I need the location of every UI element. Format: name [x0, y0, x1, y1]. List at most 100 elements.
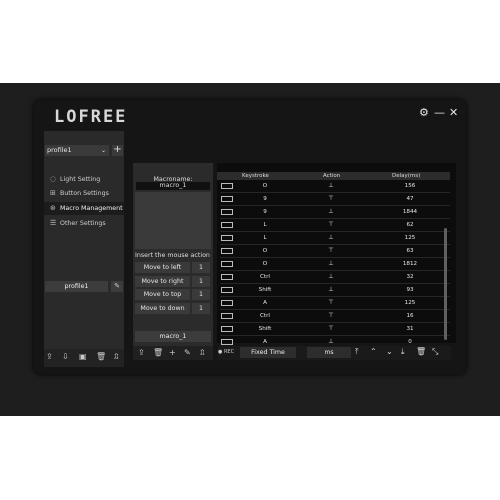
keystroke-cell: 9 [263, 209, 267, 215]
delay-cell[interactable]: 125 [370, 232, 450, 244]
edit-icon[interactable]: ✎ [184, 348, 191, 357]
header-action: Action [323, 173, 341, 179]
move-top-button[interactable]: Move to top [135, 289, 190, 300]
delay-cell[interactable]: 125 [370, 297, 450, 309]
edit-icon[interactable]: ✎ [111, 281, 123, 292]
sidebar-item-label: Button Settings [60, 190, 109, 197]
keyboard-icon [221, 287, 233, 293]
delay-cell[interactable]: 93 [370, 284, 450, 296]
keyboard-icon [221, 196, 233, 202]
delay-cell[interactable]: 16 [370, 310, 450, 322]
move-left-value[interactable]: 1 [192, 262, 210, 273]
table-scrollbar[interactable] [444, 228, 447, 340]
delay-cell[interactable]: 47 [370, 193, 450, 205]
table-row[interactable]: A ⊤ 125 [220, 297, 450, 310]
table-row[interactable]: Ctrl ⊤ 16 [220, 310, 450, 323]
key-down-icon: ⊥ [328, 273, 334, 280]
keyboard-icon [221, 222, 233, 228]
export-icon[interactable]: ⇫ [199, 348, 206, 357]
delay-cell[interactable]: 1844 [370, 206, 450, 218]
delay-cell[interactable]: 1812 [370, 258, 450, 270]
macro-list[interactable] [135, 192, 211, 249]
delete-icon[interactable]: 🗑 [416, 347, 426, 356]
move-left-button[interactable]: Move to left [135, 262, 190, 273]
keystroke-cell: O [262, 261, 268, 267]
delay-cell[interactable]: 62 [370, 219, 450, 231]
import-icon[interactable]: ⇪ [138, 348, 145, 357]
key-down-icon: ⊥ [328, 234, 334, 241]
insert-mouse-action-label: Insert the mouse action [135, 252, 210, 259]
keyboard-icon [221, 300, 233, 306]
sidebar-toolbar: ⇪ ⇩ ▣ 🗑 ⇫ [44, 349, 124, 367]
add-profile-button[interactable]: + [112, 145, 123, 156]
keyboard-icon: ⊞ [50, 189, 56, 197]
delay-cell[interactable]: 63 [370, 245, 450, 257]
clear-icon[interactable]: ⤡ [432, 347, 438, 357]
table-row[interactable]: Shift ⊥ 93 [220, 284, 450, 297]
import-icon[interactable]: ⇪ [46, 352, 53, 361]
key-down-icon: ⊥ [328, 260, 334, 267]
minimize-icon[interactable]: — [434, 107, 445, 119]
export-icon[interactable]: ⇩ [62, 352, 69, 361]
table-header: Keystroke Action Delay(ms) [217, 172, 450, 180]
keystroke-cell: L [263, 222, 267, 228]
copy-icon[interactable]: ▣ [79, 352, 87, 361]
delay-mode-select[interactable]: Fixed Time [240, 347, 296, 358]
table-row[interactable]: L ⊥ 125 [220, 232, 450, 245]
key-up-icon: ⊤ [328, 247, 334, 254]
sidebar [44, 131, 124, 367]
header-delay: Delay(ms) [392, 173, 421, 179]
gear-icon[interactable]: ⚙ [419, 107, 429, 119]
move-up-icon[interactable]: ⌃ [370, 347, 377, 356]
keyboard-icon [221, 339, 233, 345]
add-icon[interactable]: + [169, 348, 176, 357]
sidebar-item-label: Macro Management [60, 205, 123, 212]
move-down-value[interactable]: 1 [192, 303, 210, 314]
sidebar-item-label: Other Settings [60, 220, 106, 227]
table-row[interactable]: 9 ⊥ 1844 [220, 206, 450, 219]
delay-unit-field[interactable]: ms [307, 347, 351, 358]
keyboard-icon [221, 248, 233, 254]
sidebar-item-macro-management[interactable]: ⊛ Macro Management [44, 202, 124, 215]
delay-cell[interactable]: 32 [370, 271, 450, 283]
move-to-bottom-icon[interactable]: ⤓ [401, 347, 405, 357]
key-up-icon: ⊤ [328, 325, 334, 332]
keyboard-icon [221, 274, 233, 280]
keystroke-cell: Ctrl [260, 274, 270, 280]
record-button[interactable]: ● REC [218, 349, 234, 355]
keyboard-icon [221, 313, 233, 319]
close-icon[interactable]: ✕ [449, 107, 458, 119]
delete-icon[interactable]: 🗑 [153, 348, 163, 357]
macro-toolbar: ⇪ 🗑 + ✎ ⇫ [133, 346, 213, 360]
table-row[interactable]: L ⊤ 62 [220, 219, 450, 232]
keyboard-icon [221, 235, 233, 241]
keyboard-icon [221, 183, 233, 189]
macro-name-item[interactable]: macro_1 [136, 182, 210, 190]
table-row[interactable]: 9 ⊤ 47 [220, 193, 450, 206]
sidebar-item-light-setting[interactable]: ◌ Light Setting [44, 173, 124, 186]
profile-name-field[interactable]: profile1 [45, 281, 108, 292]
table-row[interactable]: Ctrl ⊥ 32 [220, 271, 450, 284]
table-row[interactable]: Shift ⊤ 31 [220, 323, 450, 336]
move-right-value[interactable]: 1 [192, 276, 210, 287]
move-top-value[interactable]: 1 [192, 289, 210, 300]
sidebar-item-other-settings[interactable]: ☰ Other Settings [44, 217, 124, 230]
move-down-icon[interactable]: ⌄ [386, 347, 393, 356]
table-row[interactable]: O ⊥ 1812 [220, 258, 450, 271]
profile-dropdown[interactable]: profile1 ⌄ [45, 145, 109, 156]
move-to-top-icon[interactable]: ⤒ [355, 347, 359, 357]
move-right-button[interactable]: Move to right [135, 276, 190, 287]
macro-name-field[interactable]: macro_1 [135, 331, 211, 342]
macro-icon: ⊛ [50, 204, 56, 212]
keystroke-cell: Shift [258, 287, 272, 293]
upload-icon[interactable]: ⇫ [113, 352, 120, 361]
sidebar-item-button-settings[interactable]: ⊞ Button Settings [44, 187, 124, 200]
move-down-button[interactable]: Move to down [135, 303, 190, 314]
delay-cell[interactable]: 31 [370, 323, 450, 335]
header-keystroke: Keystroke [242, 173, 269, 179]
table-row[interactable]: O ⊤ 63 [220, 245, 450, 258]
keystroke-cell: Shift [258, 326, 272, 332]
delete-icon[interactable]: 🗑 [96, 352, 106, 361]
table-row[interactable]: O ⊥ 156 [220, 180, 450, 193]
delay-cell[interactable]: 156 [370, 180, 450, 192]
